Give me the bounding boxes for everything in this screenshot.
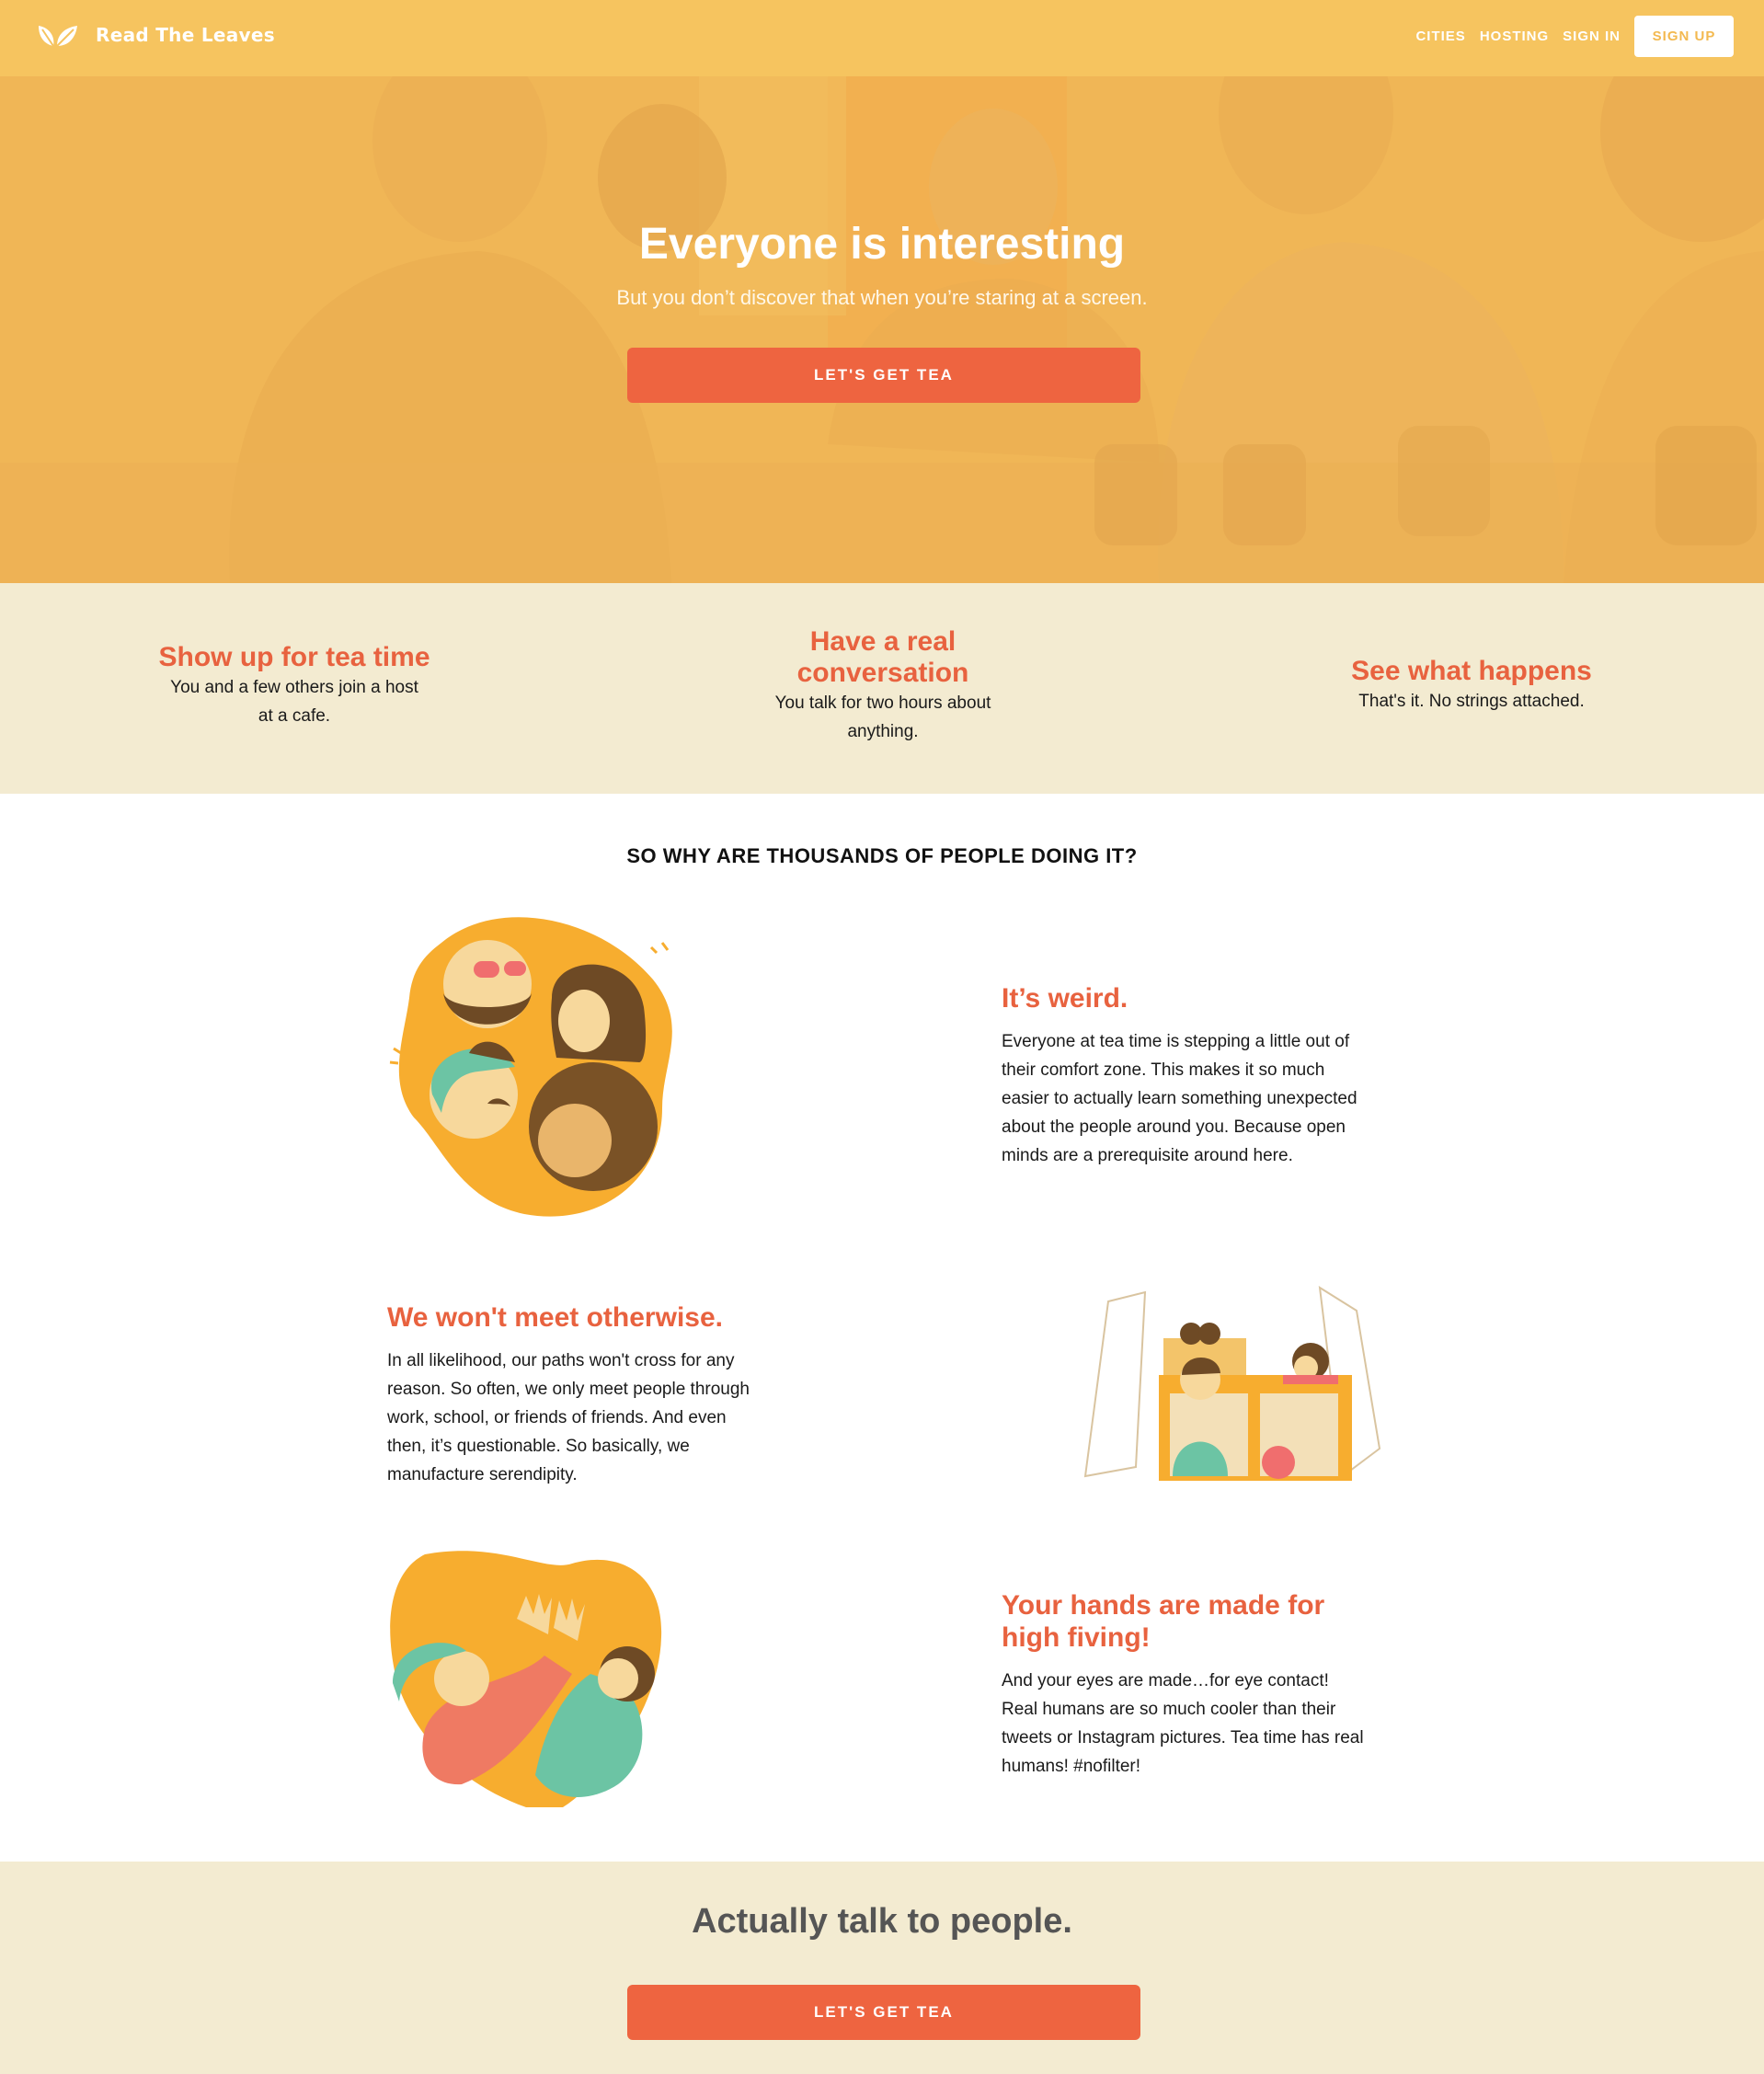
- feature-text-line: reason. So often, we only meet people th…: [387, 1380, 750, 1399]
- bottom-title: Actually talk to people.: [692, 1902, 1072, 1941]
- hero-subtitle: But you don’t discover that when you’re …: [616, 286, 1148, 309]
- feature-title: high fiving!: [1002, 1622, 1151, 1653]
- high-five-illustration: [390, 1551, 662, 1807]
- feature-text-line: minds are a prerequisite around here.: [1002, 1146, 1293, 1165]
- why-section-title: SO WHY ARE THOUSANDS OF PEOPLE DOING IT?: [626, 844, 1138, 867]
- step-show-up: Show up for tea time You and a few other…: [147, 642, 441, 730]
- feature-text-line: then, it’s questionable. So basically, w…: [387, 1437, 690, 1456]
- step-real-conversation: Have a real conversation You talk for tw…: [736, 626, 1030, 746]
- feature-text-line: their comfort zone. This makes it so muc…: [1002, 1060, 1325, 1080]
- cafe-booth-illustration: [1083, 1286, 1381, 1481]
- hero-background-photo: [0, 76, 1764, 583]
- step-text-line: That's it. No strings attached.: [1358, 692, 1585, 711]
- step-title: See what happens: [1351, 656, 1592, 686]
- feature-title: We won't meet otherwise.: [387, 1302, 723, 1333]
- feature-text-line: Real humans are so much cooler than thei…: [1002, 1700, 1336, 1719]
- feature-text-line: easier to actually learn something unexp…: [1002, 1089, 1357, 1108]
- feature-high-fiving: Your hands are made for high fiving! And…: [1002, 1589, 1397, 1781]
- bottom-cta-section: Actually talk to people. LET'S GET TEA: [0, 1862, 1764, 2074]
- feature-title: It’s weird.: [1002, 983, 1128, 1014]
- feature-wont-meet-otherwise: We won't meet otherwise. In all likeliho…: [387, 1301, 792, 1489]
- feature-text-line: manufacture serendipity.: [387, 1465, 578, 1484]
- hero-section: Everyone is interesting But you don’t di…: [0, 76, 1764, 583]
- hero-title: Everyone is interesting: [638, 220, 1126, 269]
- feature-text-line: tweets or Instagram pictures. Tea time h…: [1002, 1728, 1364, 1747]
- lets-get-tea-button-bottom[interactable]: LET'S GET TEA: [627, 1985, 1140, 2040]
- step-text-line: You and a few others join a host: [170, 678, 418, 697]
- step-text-line: at a cafe.: [258, 706, 331, 726]
- lets-get-tea-button[interactable]: LET'S GET TEA: [627, 348, 1140, 403]
- nav-links: CITIES HOSTING SIGN IN SIGN UP: [1415, 16, 1734, 57]
- nav-link-hosting[interactable]: HOSTING: [1480, 29, 1549, 44]
- top-nav: Read The Leaves CITIES HOSTING SIGN IN S…: [0, 0, 1764, 76]
- feature-its-weird: It’s weird. Everyone at tea time is step…: [1002, 982, 1388, 1170]
- feature-title: Your hands are made for: [1002, 1590, 1325, 1621]
- how-it-works-section: Show up for tea time You and a few other…: [0, 583, 1764, 794]
- step-title: Show up for tea time: [158, 642, 430, 672]
- step-title: Have a real: [809, 626, 956, 657]
- feature-text-line: In all likelihood, our paths won't cross…: [387, 1351, 735, 1370]
- nav-link-sign-in[interactable]: SIGN IN: [1563, 29, 1621, 44]
- faces-illustration: [389, 917, 672, 1217]
- sign-up-button[interactable]: SIGN UP: [1634, 16, 1734, 57]
- nav-link-cities[interactable]: CITIES: [1415, 29, 1465, 44]
- brand-name: Read The Leaves: [96, 24, 275, 46]
- brand-logo[interactable]: Read The Leaves: [35, 20, 275, 50]
- feature-text-line: work, school, or friends of friends. And…: [387, 1408, 727, 1427]
- step-text-line: anything.: [847, 722, 919, 741]
- feature-text-line: Everyone at tea time is stepping a littl…: [1002, 1032, 1350, 1051]
- feature-text-line: about the people around you. Because ope…: [1002, 1117, 1346, 1137]
- leaf-logo-icon: [39, 26, 77, 47]
- feature-text-line: And your eyes are made…for eye contact!: [1002, 1671, 1329, 1690]
- feature-text-line: humans! #nofilter!: [1002, 1757, 1141, 1776]
- step-title: conversation: [796, 658, 969, 688]
- step-see-what-happens: See what happens That's it. No strings a…: [1324, 656, 1619, 716]
- step-text-line: You talk for two hours about: [774, 693, 991, 713]
